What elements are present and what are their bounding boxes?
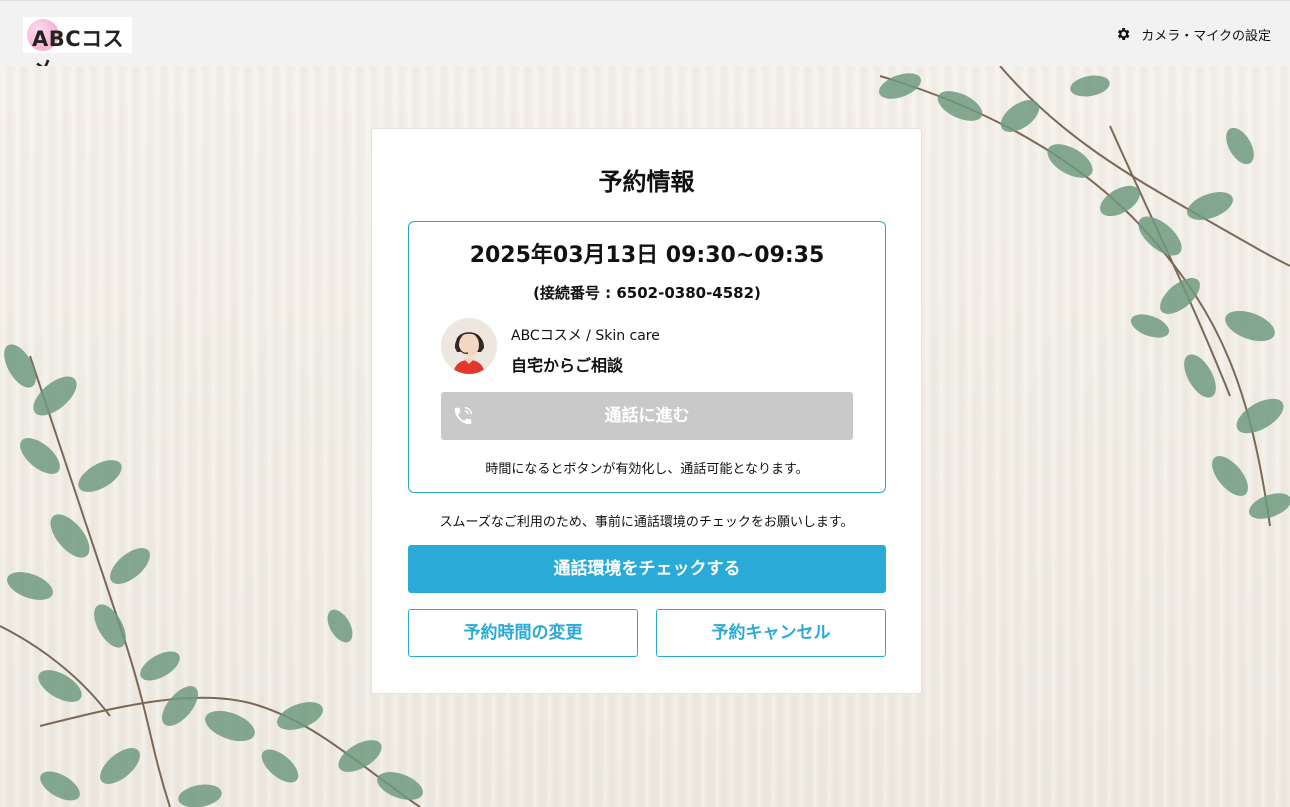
camera-mic-settings-link[interactable]: カメラ・マイクの設定 [1115,24,1271,44]
gear-icon [1118,28,1130,40]
phone-call-icon [454,407,472,425]
change-reservation-time-button[interactable]: 予約時間の変更 [408,609,638,657]
staff-portrait [441,318,497,374]
call-button-label: 通話に進む [604,406,690,426]
call-availability-note: 時間になるとボタンが有効化し、通話可能となります。 [485,462,809,477]
store-name: ABCコスメ / Skin care [511,328,660,344]
consultation-mode: 自宅からご相談 [511,356,624,375]
connection-number: (接続番号 : 6502-0380-4582) [533,284,761,302]
reservation-info-box: 2025年03月13日 09:30~09:35 (接続番号 : 6502-038… [408,221,886,493]
brand-logo[interactable]: ABCコスメ [23,17,132,81]
environment-check-note: スムーズなご利用のため、事前に通話環境のチェックをお願いします。 [439,515,854,530]
reservation-card: 予約情報 2025年03月13日 09:30~09:35 (接続番号 : 650… [371,128,922,694]
cancel-reservation-button[interactable]: 予約キャンセル [656,609,886,657]
staff-avatar [441,318,497,374]
proceed-to-call-button[interactable]: 通話に進む [441,392,853,440]
top-header: ABCコスメ カメラ・マイクの設定 [0,0,1290,81]
check-environment-button[interactable]: 通話環境をチェックする [408,545,886,593]
settings-label: カメラ・マイクの設定 [1141,28,1271,44]
reservation-datetime: 2025年03月13日 09:30~09:35 [469,243,825,268]
page-title: 予約情報 [598,168,695,196]
